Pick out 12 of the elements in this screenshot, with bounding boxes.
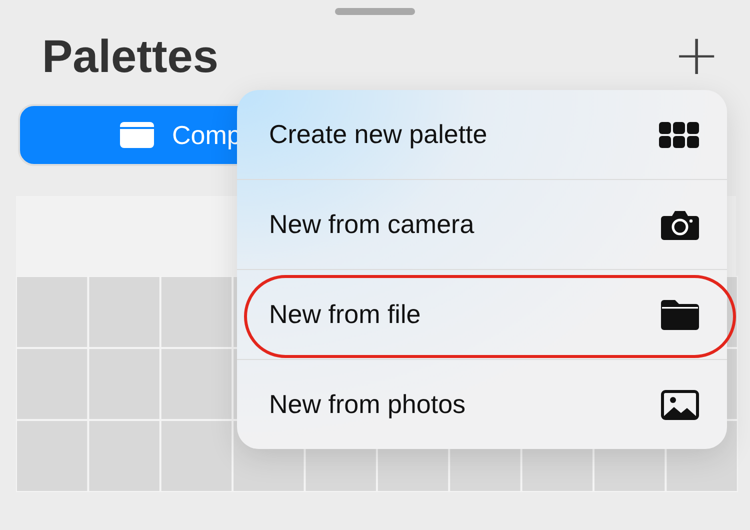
card-icon — [120, 122, 154, 148]
page-title: Palettes — [42, 29, 218, 83]
camera-icon — [661, 208, 699, 240]
grab-handle[interactable] — [335, 8, 415, 15]
folder-icon — [661, 300, 699, 330]
menu-item[interactable]: New from photos — [237, 360, 727, 449]
add-button[interactable]: + — [673, 28, 720, 84]
image-icon — [661, 390, 699, 420]
grid-icon — [659, 122, 699, 148]
menu-item[interactable]: New from file — [237, 270, 727, 360]
menu-item[interactable]: Create new palette — [237, 90, 727, 180]
menu-item[interactable]: New from camera — [237, 180, 727, 270]
